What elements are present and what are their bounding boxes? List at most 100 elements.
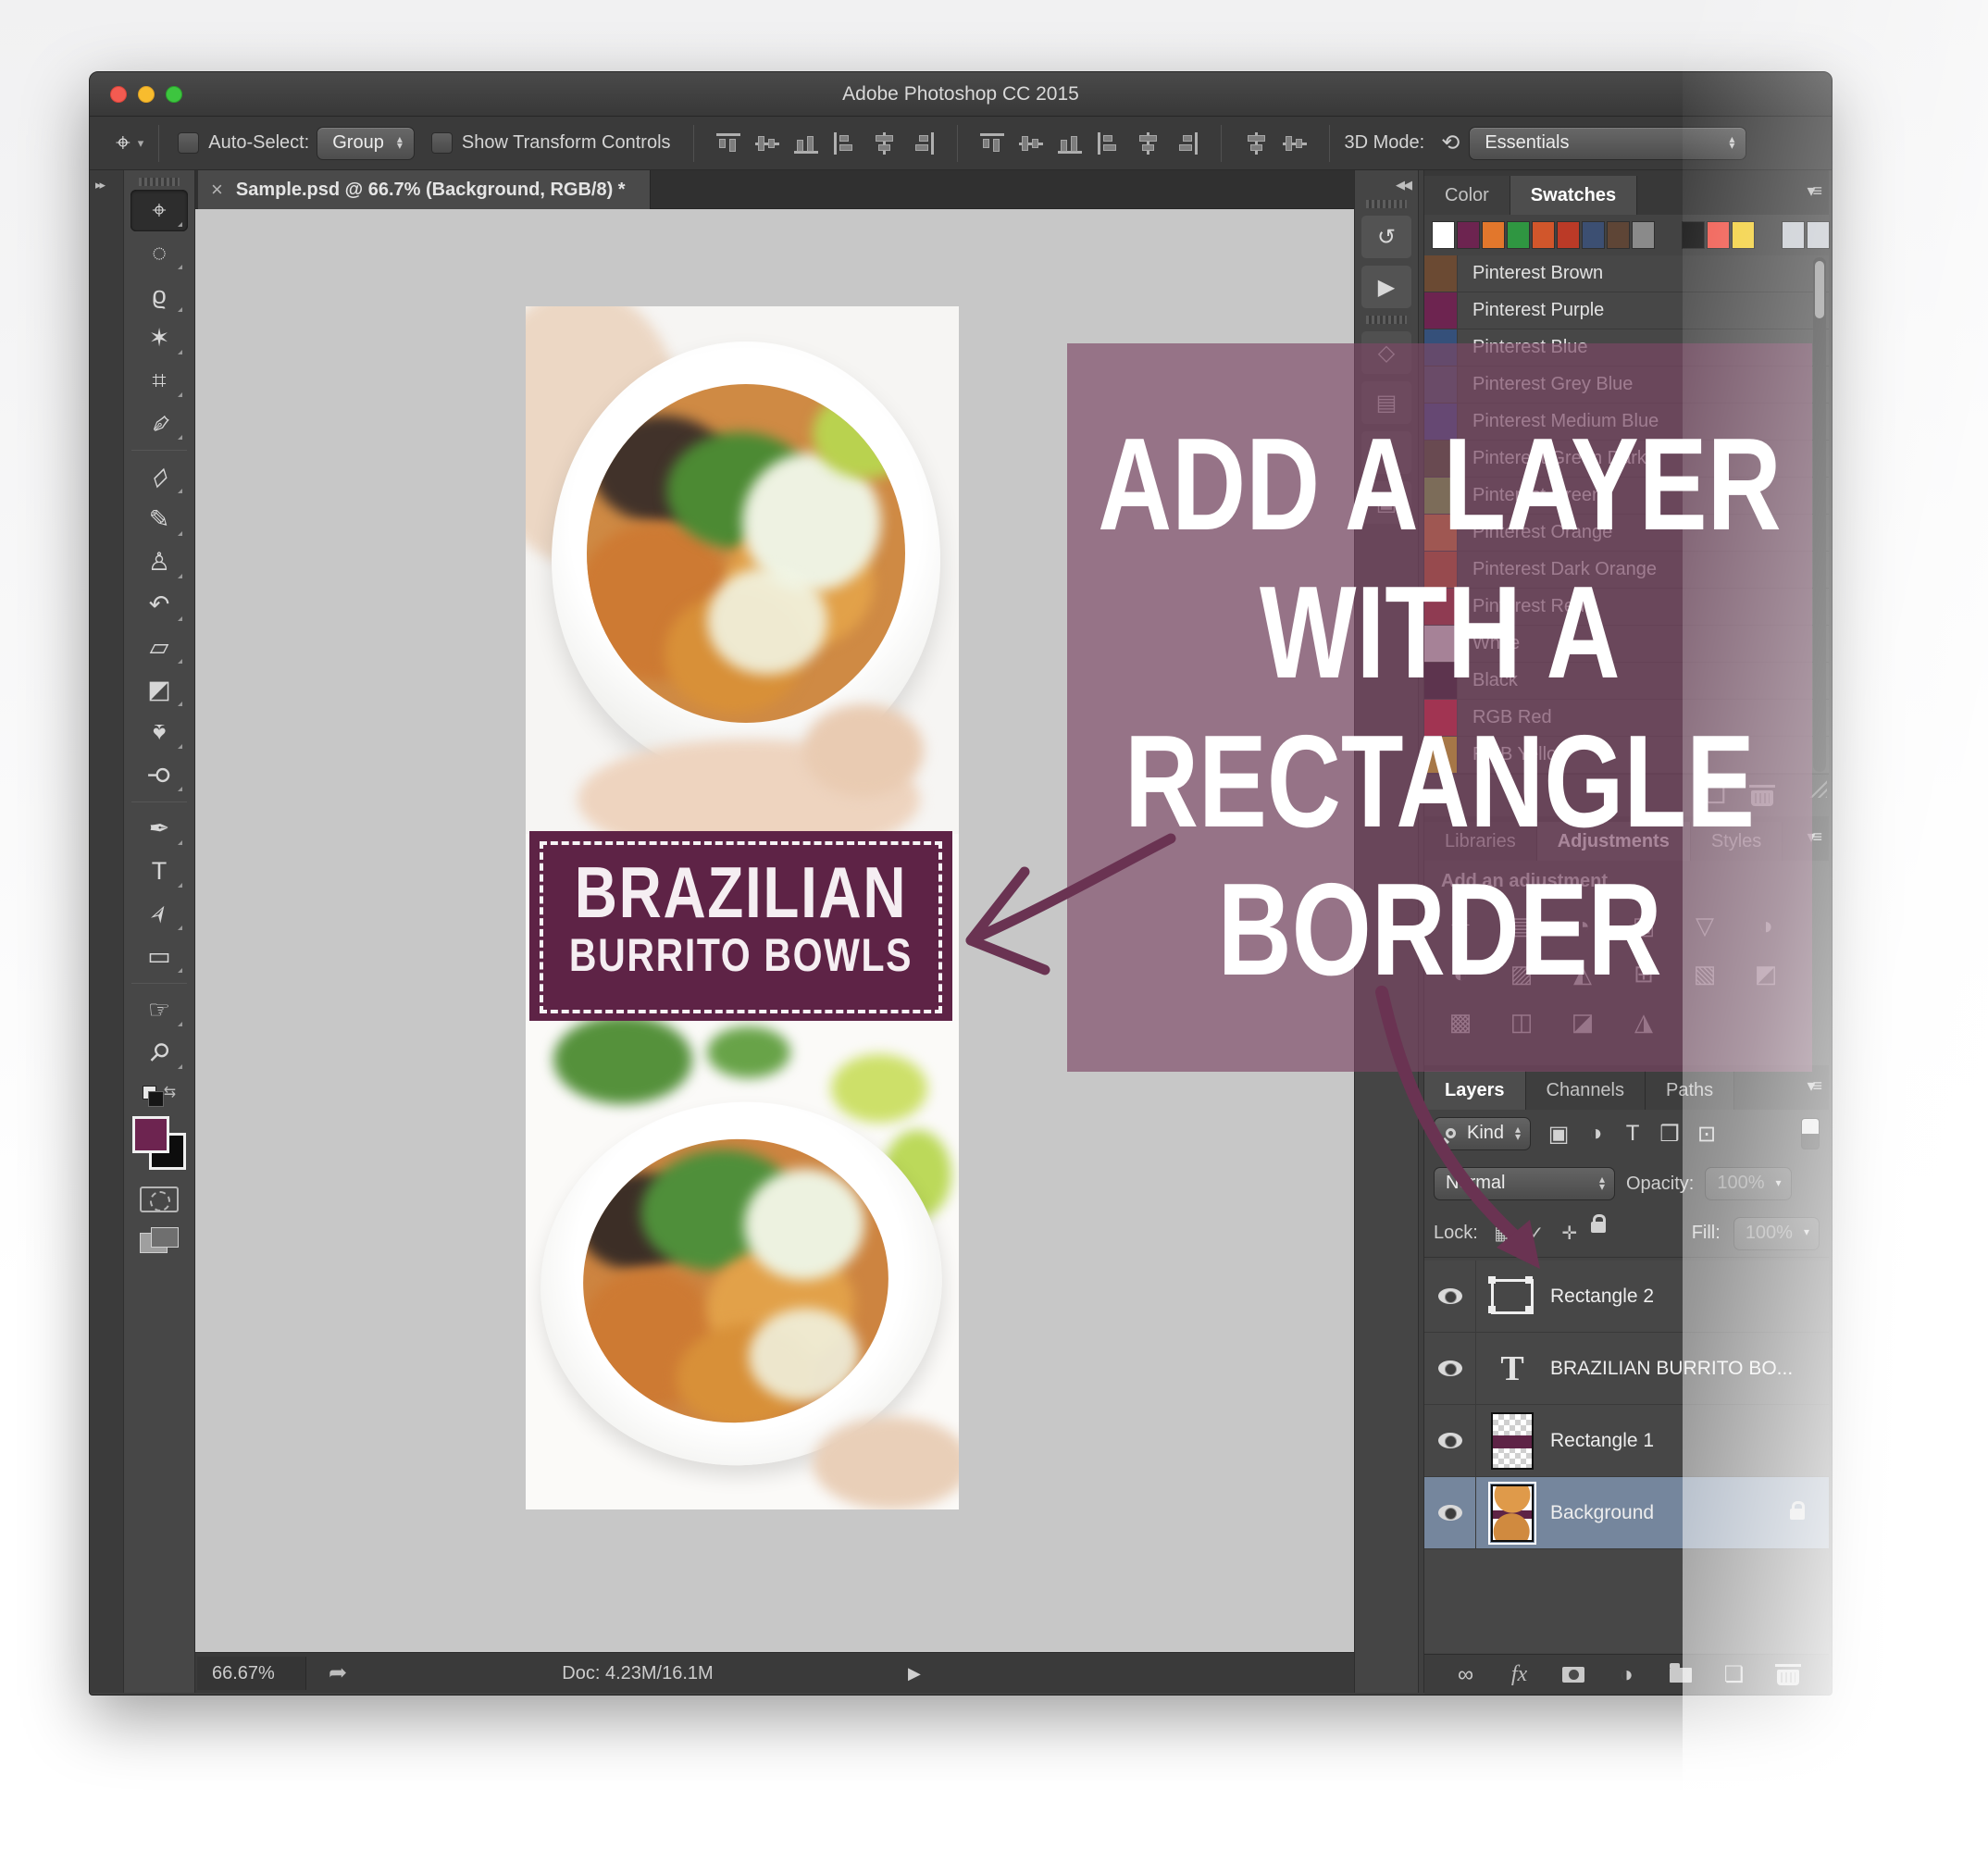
- auto-select-checkbox[interactable]: [178, 132, 199, 154]
- distribute-horizontal-centers-icon[interactable]: [1136, 132, 1160, 155]
- new-group-icon[interactable]: [1670, 1668, 1692, 1683]
- swatch-list-item[interactable]: Pinterest Brown: [1424, 255, 1829, 292]
- swatch-cell[interactable]: [1507, 221, 1530, 249]
- swatch-cell[interactable]: [1582, 221, 1605, 249]
- history-panel-icon[interactable]: ↺: [1361, 216, 1411, 258]
- history-brush-tool[interactable]: ↶: [130, 584, 188, 626]
- panel-menu-icon[interactable]: ▾≡: [1807, 181, 1820, 201]
- filter-adjustment-icon[interactable]: ◑: [1577, 1121, 1614, 1148]
- swatch-cell[interactable]: [1682, 221, 1705, 249]
- swatch-cell[interactable]: [1607, 221, 1630, 249]
- collapse-panels-icon[interactable]: ◀◀: [1355, 170, 1418, 193]
- opacity-dropdown[interactable]: 100% ▾: [1705, 1167, 1791, 1200]
- panel-drag-grip[interactable]: [1366, 200, 1407, 208]
- zoom-tool[interactable]: ⚲: [130, 1032, 188, 1074]
- fill-dropdown[interactable]: 100% ▾: [1733, 1217, 1820, 1250]
- 3d-rotate-icon[interactable]: ⟲: [1441, 130, 1460, 156]
- layer-style-icon[interactable]: fx: [1509, 1662, 1531, 1687]
- panel-drag-grip[interactable]: [1366, 316, 1407, 324]
- paint-bucket-tool[interactable]: ◩: [130, 669, 188, 711]
- new-layer-icon[interactable]: ❏: [1723, 1661, 1746, 1688]
- lock-transparency-icon[interactable]: ▦: [1491, 1222, 1515, 1245]
- layer-row-rectangle-1[interactable]: Rectangle 1: [1424, 1405, 1829, 1477]
- path-selection-tool[interactable]: ➢: [130, 893, 188, 935]
- workspace-dropdown[interactable]: Essentials ▴▾: [1469, 127, 1746, 160]
- tab-swatches[interactable]: Swatches: [1510, 176, 1637, 215]
- swatch-cell[interactable]: [1807, 221, 1830, 249]
- align-horizontal-centers-icon[interactable]: [872, 132, 896, 155]
- actions-panel-icon[interactable]: ▶: [1361, 266, 1411, 308]
- filter-toggle-switch[interactable]: [1801, 1118, 1820, 1149]
- distribute-bottom-edges-icon[interactable]: [1058, 132, 1082, 155]
- link-layers-icon[interactable]: ∞: [1455, 1662, 1477, 1688]
- distribute-vertical-centers-icon[interactable]: [1019, 132, 1043, 155]
- swatch-cell[interactable]: [1482, 221, 1505, 249]
- layer-row-background[interactable]: Background: [1424, 1477, 1829, 1549]
- filter-shape-icon[interactable]: ❒: [1651, 1121, 1688, 1148]
- show-transform-controls-checkbox[interactable]: [431, 132, 453, 154]
- eye-icon[interactable]: [1438, 1505, 1462, 1521]
- swatch-cell[interactable]: [1432, 221, 1455, 249]
- panel-menu-icon[interactable]: ▾≡: [1807, 1076, 1820, 1096]
- distribute-widths-icon[interactable]: [1244, 132, 1268, 155]
- blur-tool[interactable]: ♠: [130, 712, 188, 753]
- eye-icon[interactable]: [1438, 1288, 1462, 1304]
- tab-color[interactable]: Color: [1424, 176, 1510, 215]
- close-document-icon[interactable]: ×: [211, 178, 223, 202]
- swatch-cell[interactable]: [1557, 221, 1580, 249]
- filter-type-icon[interactable]: T: [1614, 1121, 1651, 1148]
- lock-pixels-icon[interactable]: ✓: [1524, 1222, 1548, 1245]
- eraser-tool[interactable]: ▱: [130, 627, 188, 668]
- swatch-cell[interactable]: [1532, 221, 1555, 249]
- brush-tool[interactable]: ✎: [130, 499, 188, 540]
- magic-wand-tool[interactable]: ✶: [130, 317, 188, 359]
- align-bottom-edges-icon[interactable]: [794, 132, 818, 155]
- layer-row-brazilian-burrito-bo-[interactable]: TBRAZILIAN BURRITO BO...: [1424, 1333, 1829, 1405]
- swatch-cell[interactable]: [1707, 221, 1730, 249]
- swatch-list-item[interactable]: Pinterest Purple: [1424, 292, 1829, 329]
- lock-all-icon[interactable]: [1591, 1222, 1606, 1233]
- expand-panel-icon[interactable]: ▸▸: [95, 178, 104, 193]
- clone-stamp-tool[interactable]: ♙: [130, 541, 188, 583]
- eye-icon[interactable]: [1438, 1433, 1462, 1448]
- distribute-left-edges-icon[interactable]: [1097, 132, 1121, 155]
- default-colors-icon[interactable]: [143, 1086, 156, 1099]
- lasso-tool[interactable]: ϱ: [130, 275, 188, 317]
- rectangle-tool[interactable]: ▭: [130, 936, 188, 977]
- adjustment-layer-icon[interactable]: ◑: [1616, 1662, 1638, 1688]
- move-tool[interactable]: ⌖: [130, 190, 188, 231]
- align-vertical-centers-icon[interactable]: [755, 132, 779, 155]
- screen-mode-button[interactable]: [140, 1227, 179, 1253]
- swatch-cell[interactable]: [1782, 221, 1805, 249]
- align-right-edges-icon[interactable]: [911, 132, 935, 155]
- align-left-edges-icon[interactable]: [833, 132, 857, 155]
- scrollbar-thumb[interactable]: [1815, 261, 1824, 318]
- status-options-icon[interactable]: ▶: [908, 1657, 921, 1690]
- tab-layers[interactable]: Layers: [1424, 1071, 1526, 1110]
- spot-healing-tool[interactable]: ▱: [130, 456, 188, 498]
- dodge-tool[interactable]: ⚲: [130, 754, 188, 796]
- panel-drag-grip[interactable]: [139, 178, 180, 186]
- distribute-top-edges-icon[interactable]: [980, 132, 1004, 155]
- foreground-color-swatch[interactable]: [132, 1116, 169, 1153]
- document-tab[interactable]: × Sample.psd @ 66.7% (Background, RGB/8)…: [198, 170, 651, 209]
- swap-colors-icon[interactable]: ⇆: [164, 1083, 176, 1101]
- tab-paths[interactable]: Paths: [1646, 1071, 1734, 1110]
- blend-mode-dropdown[interactable]: Normal ▴▾: [1434, 1167, 1615, 1200]
- swatch-cell[interactable]: [1732, 221, 1755, 249]
- auto-select-dropdown[interactable]: Group ▴▾: [317, 127, 415, 160]
- swatch-cell[interactable]: [1457, 221, 1480, 249]
- delete-layer-icon[interactable]: [1777, 1670, 1799, 1685]
- layer-row-rectangle-2[interactable]: Rectangle 2: [1424, 1261, 1829, 1333]
- filter-image-icon[interactable]: ▣: [1540, 1121, 1577, 1148]
- lock-position-icon[interactable]: ✛: [1558, 1222, 1582, 1245]
- type-tool[interactable]: T: [130, 851, 188, 892]
- quick-mask-button[interactable]: [140, 1186, 179, 1212]
- zoom-level-field[interactable]: 66.67%: [197, 1657, 306, 1690]
- share-icon[interactable]: ➦: [314, 1657, 362, 1690]
- marquee-tool[interactable]: ◌: [130, 232, 188, 274]
- hand-tool[interactable]: ☞: [130, 989, 188, 1031]
- move-tool-preset-icon[interactable]: ⌖▾: [116, 128, 143, 158]
- eyedropper-tool[interactable]: ✑: [130, 403, 188, 444]
- filter-smart-object-icon[interactable]: ⊡: [1688, 1121, 1725, 1148]
